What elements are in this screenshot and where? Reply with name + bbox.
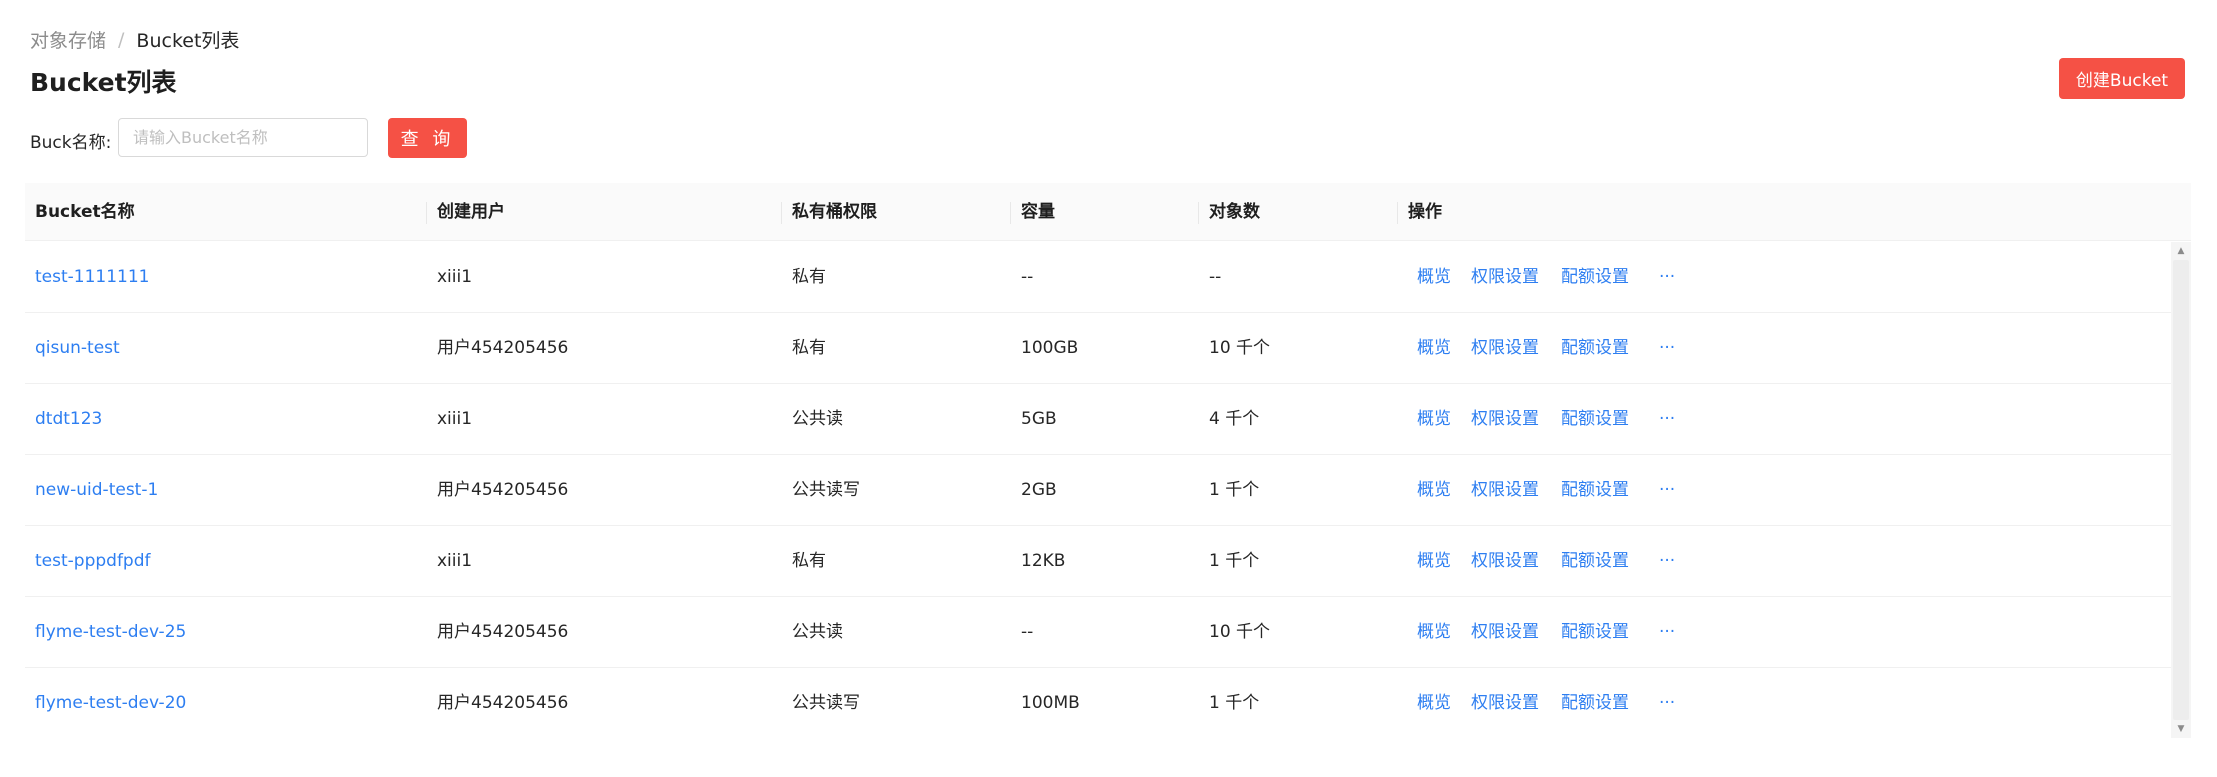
object-count-cell: 1 千个 bbox=[1209, 480, 1260, 500]
permission-settings-action[interactable]: 权限设置 bbox=[1471, 313, 1539, 384]
permission-cell: 私有 bbox=[792, 551, 826, 571]
page-title: Bucket列表 bbox=[30, 68, 177, 97]
permission-cell: 私有 bbox=[792, 267, 826, 287]
object-count-cell: 4 千个 bbox=[1209, 409, 1260, 429]
bucket-name-link[interactable]: qisun-test bbox=[35, 313, 120, 384]
more-actions-button[interactable]: ··· bbox=[1659, 455, 1675, 526]
quota-settings-action[interactable]: 配额设置 bbox=[1561, 597, 1629, 668]
scroll-thumb[interactable] bbox=[2173, 260, 2189, 720]
overview-action[interactable]: 概览 bbox=[1417, 242, 1451, 313]
column-header-permission: 私有桶权限 bbox=[792, 202, 877, 222]
object-count-cell: 10 千个 bbox=[1209, 338, 1271, 358]
permission-settings-action[interactable]: 权限设置 bbox=[1471, 668, 1539, 738]
quota-settings-action[interactable]: 配额设置 bbox=[1561, 455, 1629, 526]
bucket-name-label: Buck名称: bbox=[30, 133, 112, 153]
create-bucket-button[interactable]: 创建Bucket bbox=[2059, 58, 2185, 99]
creator-cell: 用户454205456 bbox=[437, 480, 569, 500]
permission-cell: 私有 bbox=[792, 338, 826, 358]
more-actions-button[interactable]: ··· bbox=[1659, 526, 1675, 597]
table-row: flyme-test-dev-20 用户454205456 公共读写 100MB… bbox=[25, 668, 2171, 738]
bucket-name-link[interactable]: new-uid-test-1 bbox=[35, 455, 158, 526]
column-divider bbox=[426, 202, 427, 224]
table-row: dtdt123 xiii1 公共读 5GB 4 千个 概览 权限设置 配额设置 … bbox=[25, 384, 2171, 455]
more-actions-button[interactable]: ··· bbox=[1659, 242, 1675, 313]
permission-settings-action[interactable]: 权限设置 bbox=[1471, 597, 1539, 668]
column-divider bbox=[781, 202, 782, 224]
capacity-cell: -- bbox=[1021, 267, 1034, 287]
column-header-bucket-name: Bucket名称 bbox=[35, 202, 135, 222]
breadcrumb-object-storage[interactable]: 对象存储 bbox=[30, 26, 106, 53]
permission-settings-action[interactable]: 权限设置 bbox=[1471, 242, 1539, 313]
permission-cell: 公共读写 bbox=[792, 480, 860, 500]
creator-cell: xiii1 bbox=[437, 267, 473, 287]
permission-settings-action[interactable]: 权限设置 bbox=[1471, 384, 1539, 455]
table-scrollbar[interactable]: ▲ ▼ bbox=[2171, 242, 2191, 738]
column-header-capacity: 容量 bbox=[1021, 202, 1055, 222]
permission-cell: 公共读 bbox=[792, 409, 843, 429]
capacity-cell: -- bbox=[1021, 622, 1034, 642]
overview-action[interactable]: 概览 bbox=[1417, 597, 1451, 668]
bucket-name-link[interactable]: dtdt123 bbox=[35, 384, 102, 455]
triangle-down-icon[interactable]: ▼ bbox=[2171, 721, 2191, 737]
bucket-name-link[interactable]: test-pppdfpdf bbox=[35, 526, 151, 597]
bucket-name-link[interactable]: test-1111111 bbox=[35, 242, 150, 313]
query-button[interactable]: 查 询 bbox=[388, 118, 467, 158]
bucket-name-search-input[interactable] bbox=[118, 118, 368, 157]
capacity-cell: 100GB bbox=[1021, 338, 1079, 358]
capacity-cell: 5GB bbox=[1021, 409, 1057, 429]
table-row: new-uid-test-1 用户454205456 公共读写 2GB 1 千个… bbox=[25, 455, 2171, 526]
object-count-cell: 10 千个 bbox=[1209, 622, 1271, 642]
triangle-up-icon[interactable]: ▲ bbox=[2171, 243, 2191, 259]
object-count-cell: -- bbox=[1209, 267, 1222, 287]
creator-cell: 用户454205456 bbox=[437, 622, 569, 642]
quota-settings-action[interactable]: 配额设置 bbox=[1561, 668, 1629, 738]
table-row: test-pppdfpdf xiii1 私有 12KB 1 千个 概览 权限设置… bbox=[25, 526, 2171, 597]
capacity-cell: 100MB bbox=[1021, 693, 1080, 713]
capacity-cell: 2GB bbox=[1021, 480, 1057, 500]
overview-action[interactable]: 概览 bbox=[1417, 384, 1451, 455]
more-actions-button[interactable]: ··· bbox=[1659, 668, 1675, 738]
breadcrumb-current: Bucket列表 bbox=[136, 30, 240, 52]
quota-settings-action[interactable]: 配额设置 bbox=[1561, 384, 1629, 455]
column-header-creator: 创建用户 bbox=[437, 202, 505, 222]
table-row: test-1111111 xiii1 私有 -- -- 概览 权限设置 配额设置… bbox=[25, 242, 2171, 313]
bucket-name-link[interactable]: flyme-test-dev-20 bbox=[35, 668, 186, 738]
column-divider bbox=[1198, 202, 1199, 224]
table-body[interactable]: test-1111111 xiii1 私有 -- -- 概览 权限设置 配额设置… bbox=[25, 242, 2171, 738]
creator-cell: 用户454205456 bbox=[437, 338, 569, 358]
column-divider bbox=[1397, 202, 1398, 224]
more-actions-button[interactable]: ··· bbox=[1659, 384, 1675, 455]
overview-action[interactable]: 概览 bbox=[1417, 526, 1451, 597]
creator-cell: xiii1 bbox=[437, 551, 473, 571]
table-row: flyme-test-dev-25 用户454205456 公共读 -- 10 … bbox=[25, 597, 2171, 668]
object-count-cell: 1 千个 bbox=[1209, 693, 1260, 713]
permission-settings-action[interactable]: 权限设置 bbox=[1471, 526, 1539, 597]
column-header-object-count: 对象数 bbox=[1209, 202, 1260, 222]
permission-cell: 公共读 bbox=[792, 622, 843, 642]
creator-cell: 用户454205456 bbox=[437, 693, 569, 713]
column-header-actions: 操作 bbox=[1408, 202, 1442, 222]
permission-settings-action[interactable]: 权限设置 bbox=[1471, 455, 1539, 526]
creator-cell: xiii1 bbox=[437, 409, 473, 429]
bucket-name-link[interactable]: flyme-test-dev-25 bbox=[35, 597, 186, 668]
quota-settings-action[interactable]: 配额设置 bbox=[1561, 242, 1629, 313]
column-divider bbox=[1010, 202, 1011, 224]
object-count-cell: 1 千个 bbox=[1209, 551, 1260, 571]
table-row: qisun-test 用户454205456 私有 100GB 10 千个 概览… bbox=[25, 313, 2171, 384]
quota-settings-action[interactable]: 配额设置 bbox=[1561, 313, 1629, 384]
table-header: Bucket名称 创建用户 私有桶权限 容量 对象数 操作 bbox=[25, 183, 2191, 241]
quota-settings-action[interactable]: 配额设置 bbox=[1561, 526, 1629, 597]
capacity-cell: 12KB bbox=[1021, 551, 1066, 571]
bucket-table: Bucket名称 创建用户 私有桶权限 容量 对象数 操作 test-11111… bbox=[25, 183, 2191, 738]
more-actions-button[interactable]: ··· bbox=[1659, 597, 1675, 668]
permission-cell: 公共读写 bbox=[792, 693, 860, 713]
more-actions-button[interactable]: ··· bbox=[1659, 313, 1675, 384]
overview-action[interactable]: 概览 bbox=[1417, 668, 1451, 738]
overview-action[interactable]: 概览 bbox=[1417, 455, 1451, 526]
overview-action[interactable]: 概览 bbox=[1417, 313, 1451, 384]
breadcrumb-separator: / bbox=[118, 28, 125, 51]
breadcrumb: 对象存储 / Bucket列表 bbox=[30, 26, 239, 53]
